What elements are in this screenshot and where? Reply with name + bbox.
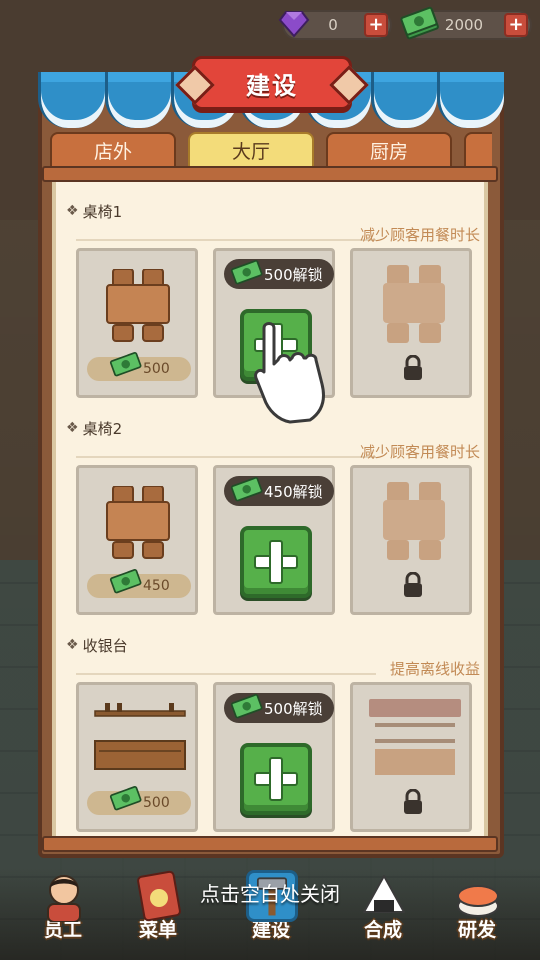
divider: [76, 673, 376, 675]
unlock-cost-pill: 450解锁: [224, 476, 334, 506]
section-desc: 减少顾客用餐时长: [359, 443, 480, 461]
unlock-plus-button[interactable]: [240, 526, 312, 598]
booth-silhouette-icon: [383, 265, 445, 343]
section-desc: 提高离线收益: [389, 660, 480, 678]
divider: [76, 456, 376, 458]
unlock-label: 500解锁: [264, 699, 323, 718]
unlock-cost-pill: 500解锁: [224, 693, 334, 723]
section-desc: 减少顾客用餐时长: [359, 226, 480, 244]
tab-hall[interactable]: 大厅: [188, 132, 314, 166]
unlock-label: 450解锁: [264, 482, 323, 501]
section-title: ❖ 收银台: [66, 634, 128, 656]
panel-content[interactable]: ❖ 桌椅1 减少顾客用餐时长 500 500解锁 ❖ 桌椅2 减少顾客用餐时长 …: [52, 182, 488, 838]
slot-owned[interactable]: 450: [76, 465, 198, 615]
cash-icon: [230, 693, 263, 719]
tab-outside[interactable]: 店外: [50, 132, 176, 166]
lock-icon: [404, 355, 422, 380]
panel-top-rail: [42, 166, 498, 182]
section-title: ❖ 桌椅1: [66, 200, 122, 222]
slot-locked[interactable]: [350, 682, 472, 832]
unlock-plus-button[interactable]: [240, 743, 312, 815]
section-title-text: 桌椅2: [82, 419, 123, 438]
pointer-hand-icon: [254, 322, 325, 424]
price-value: 450: [143, 578, 170, 594]
panel-bottom-rail: [42, 836, 498, 852]
price-tag: 450: [87, 568, 191, 598]
price-value: 500: [143, 795, 170, 811]
unlock-cost-pill: 500解锁: [224, 259, 334, 289]
panel-title: 建设: [192, 56, 352, 110]
tab-kitchen[interactable]: 厨房: [326, 132, 452, 166]
unlock-label: 500解锁: [264, 265, 323, 284]
slot-unlockable[interactable]: 500解锁: [213, 682, 335, 832]
cashier-silhouette-icon: [369, 699, 461, 775]
slot-locked[interactable]: [350, 465, 472, 615]
slot-owned[interactable]: 500: [76, 682, 198, 832]
add-gems-button[interactable]: +: [364, 13, 388, 37]
add-cash-button[interactable]: +: [504, 13, 528, 37]
section-title-text: 桌椅1: [82, 202, 123, 221]
close-hint: 点击空白处关闭: [200, 882, 340, 906]
cash-icon: [109, 351, 142, 377]
cash-icon: [400, 6, 439, 40]
lock-icon: [404, 572, 422, 597]
cash-icon: [109, 785, 142, 811]
diamond-icon: ❖: [66, 203, 79, 219]
divider: [76, 239, 376, 241]
table-chairs-icon: [106, 269, 170, 342]
tab-private-room[interactable]: 包: [464, 132, 492, 166]
lock-icon: [404, 789, 422, 814]
section-title-text: 收银台: [82, 636, 128, 655]
slot-unlockable[interactable]: 450解锁: [213, 465, 335, 615]
slot-owned[interactable]: 500: [76, 248, 198, 398]
slot-locked[interactable]: [350, 248, 472, 398]
price-tag: 500: [87, 785, 191, 815]
gem-icon: [278, 11, 310, 38]
tab-bar: 店外 大厅 厨房 包: [50, 132, 492, 168]
diamond-icon: ❖: [66, 420, 79, 436]
diamond-icon: ❖: [66, 637, 79, 653]
price-value: 500: [143, 361, 170, 377]
table-chairs-icon: [106, 486, 170, 559]
section-title: ❖ 桌椅2: [66, 417, 122, 439]
cash-icon: [230, 476, 263, 502]
cashier-counter-icon: [94, 703, 186, 770]
price-tag: 500: [87, 351, 191, 381]
cash-icon: [109, 568, 142, 594]
booth-silhouette-icon: [383, 482, 445, 560]
cash-icon: [230, 259, 263, 285]
